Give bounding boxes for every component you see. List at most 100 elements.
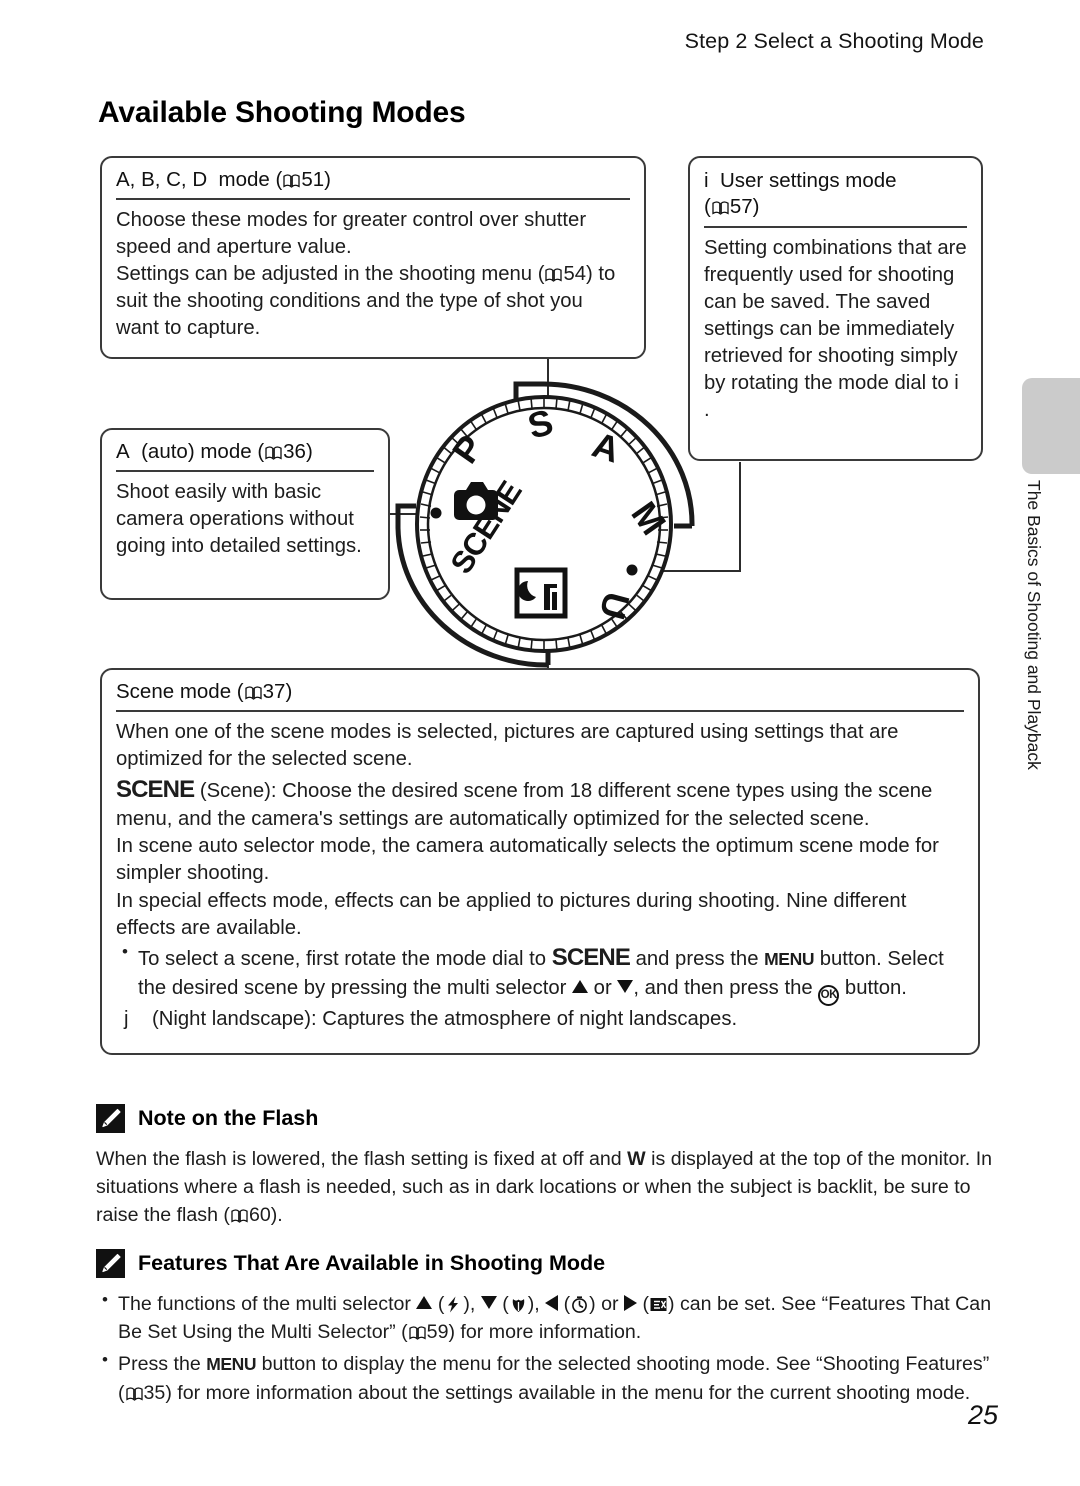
self-timer-icon xyxy=(570,1294,589,1313)
scene-para-2: SCENE (Scene): Choose the desired scene … xyxy=(116,774,964,834)
user-body-mode-icon: i xyxy=(954,372,959,395)
feat-1-page: 59 xyxy=(426,1321,449,1344)
callout-auto-body: Shoot easily with basic camera operation… xyxy=(116,481,362,557)
scene-bullet-1: To select a scene, first rotate the mode… xyxy=(116,941,964,1006)
callout-advanced-heading: A, B, C, D mode ( 51) xyxy=(116,168,630,200)
callout-user-settings: i User settings mode (57) Setting combina… xyxy=(688,156,983,461)
book-page-icon xyxy=(231,1209,248,1224)
multi-selector-left-icon xyxy=(545,1295,559,1311)
scene-night-landscape-line: j (Night landscape): Captures the atmosph… xyxy=(116,1006,964,1033)
menu-button-glyph: MENU xyxy=(206,1354,257,1375)
callout-scene-mode: Scene mode ( 37) When one of the scene mo… xyxy=(100,668,980,1055)
multi-selector-up-icon xyxy=(416,1296,433,1309)
feat-2a: Press the xyxy=(118,1353,201,1376)
pencil-note-icon xyxy=(96,1104,125,1133)
note-flash-body: When the flash is lowered, the flash set… xyxy=(96,1145,996,1230)
flash-1c: ). xyxy=(270,1204,283,1227)
scene-heading-close: ) xyxy=(285,680,293,703)
night-landscape-text: (Night landscape): Captures the atmosphe… xyxy=(152,1007,738,1030)
book-page-icon xyxy=(712,201,729,216)
user-heading-open: ( xyxy=(704,195,711,219)
multi-selector-right-icon xyxy=(624,1295,638,1311)
scene-para-1: When one of the scene modes is selected,… xyxy=(116,721,899,771)
scene-mark-inline: SCENE xyxy=(551,944,631,972)
auto-mode-icon-letter: A xyxy=(116,440,130,463)
scene-mark: SCENE xyxy=(116,775,195,803)
auto-heading-close: ) xyxy=(305,440,313,463)
book-page-icon xyxy=(545,268,563,282)
note-features-body: The functions of the multi selector (), … xyxy=(96,1288,996,1411)
multi-selector-down-icon xyxy=(480,1296,497,1309)
advanced-line-2a: Settings can be adjusted in the shooting… xyxy=(116,262,545,285)
multi-selector-down-icon xyxy=(617,979,634,993)
auto-heading-page: 36 xyxy=(283,440,306,463)
advanced-heading-page: 51 xyxy=(301,168,325,191)
book-page-icon xyxy=(283,174,301,188)
flash-page-ref: 60 xyxy=(248,1204,271,1227)
scene-b1e: button. xyxy=(844,976,907,999)
scene-b1d: , and then press the xyxy=(633,976,813,999)
callout-user-body: Setting combinations that are frequently… xyxy=(704,235,967,424)
ok-button-glyph: OK xyxy=(818,984,840,1006)
feat-2c: ) for more information about the setting… xyxy=(165,1381,971,1404)
multi-selector-up-icon xyxy=(572,979,589,993)
book-page-icon xyxy=(244,686,262,700)
feat-1-or: or xyxy=(601,1293,619,1315)
scene-para-3: In scene auto selector mode, the camera … xyxy=(116,835,939,885)
scene-b1-or: or xyxy=(593,976,612,999)
feat-1a: The functions of the multi selector xyxy=(118,1293,411,1315)
connector-dial-to-user-v xyxy=(739,462,741,572)
user-body-text: Setting combinations that are frequently… xyxy=(704,237,967,395)
user-mode-icon-letter: i xyxy=(704,169,709,192)
flash-mode-icon xyxy=(444,1294,463,1313)
section-tab-marker xyxy=(1022,378,1080,474)
advanced-line-1: Choose these modes for greater control o… xyxy=(116,209,587,258)
flash-paragraph: When the flash is lowered, the flash set… xyxy=(96,1145,996,1230)
callout-scene-body: When one of the scene modes is selected,… xyxy=(116,719,964,1033)
scene-b1a: To select a scene, first rotate the mode… xyxy=(138,948,547,971)
callout-advanced-modes: A, B, C, D mode ( 51) Choose these modes … xyxy=(100,156,646,359)
book-page-icon xyxy=(125,1387,143,1401)
night-landscape-mark: j xyxy=(124,1007,129,1030)
advanced-mode-letters: A, B, C, D xyxy=(116,168,208,191)
callout-auto-mode: A (auto) mode ( 36) Shoot easily with bas… xyxy=(100,428,390,600)
advanced-line-2-page: 54 xyxy=(563,262,587,285)
advanced-heading-close: ) xyxy=(324,168,331,191)
flash-off-glyph: W xyxy=(627,1148,646,1170)
macro-mode-icon xyxy=(509,1294,528,1313)
note-flash-title: Note on the Flash xyxy=(138,1106,319,1130)
feat-2-page: 35 xyxy=(143,1381,166,1404)
user-heading-close: ) xyxy=(752,195,760,219)
note-features-title: Features That Are Available in Shooting … xyxy=(138,1251,606,1275)
callout-advanced-body: Choose these modes for greater control o… xyxy=(116,207,630,342)
running-head: Step 2 Select a Shooting Mode xyxy=(684,29,984,53)
section-tab-label: The Basics of Shooting and Playback xyxy=(1024,480,1044,770)
scene-heading-page: 37 xyxy=(262,680,286,703)
scene-para-2-text: (Scene): Choose the desired scene from 1… xyxy=(116,779,933,830)
callout-user-heading: i User settings mode (57) xyxy=(704,168,967,229)
auto-heading-label: (auto) mode ( xyxy=(141,440,265,463)
features-bullet-1: The functions of the multi selector (), … xyxy=(96,1288,996,1346)
note-flash-heading: Note on the Flash xyxy=(96,1104,318,1133)
book-page-icon xyxy=(265,446,282,460)
exposure-compensation-icon xyxy=(649,1294,668,1313)
scene-b1b: and press the xyxy=(635,948,759,971)
page-title: Available Shooting Modes xyxy=(98,96,466,129)
dial-pointer-dot-auto xyxy=(430,507,442,519)
menu-button-glyph: MENU xyxy=(764,949,815,970)
callout-auto-heading: A (auto) mode ( 36) xyxy=(116,440,374,472)
user-body-period: . xyxy=(704,399,710,422)
callout-scene-heading: Scene mode ( 37) xyxy=(116,680,964,712)
advanced-heading-label: mode ( xyxy=(218,168,283,191)
flash-1a: When the flash is lowered, the flash set… xyxy=(96,1148,622,1170)
scene-para-4: In special effects mode, effects can be … xyxy=(116,889,907,940)
mode-dial-illustration: P S A M U SCENE xyxy=(392,378,702,668)
features-bullet-2: Press the MENU button to display the men… xyxy=(96,1348,996,1406)
advanced-line-2: Settings can be adjusted in the shooting… xyxy=(116,261,630,342)
pencil-note-icon xyxy=(96,1249,125,1278)
book-page-icon xyxy=(409,1326,426,1341)
scene-heading-label: Scene mode ( xyxy=(116,680,244,703)
manual-page: Step 2 Select a Shooting Mode Available … xyxy=(0,0,1080,1486)
user-heading-page: 57 xyxy=(729,195,753,219)
feat-1c: ) for more information. xyxy=(448,1321,642,1344)
